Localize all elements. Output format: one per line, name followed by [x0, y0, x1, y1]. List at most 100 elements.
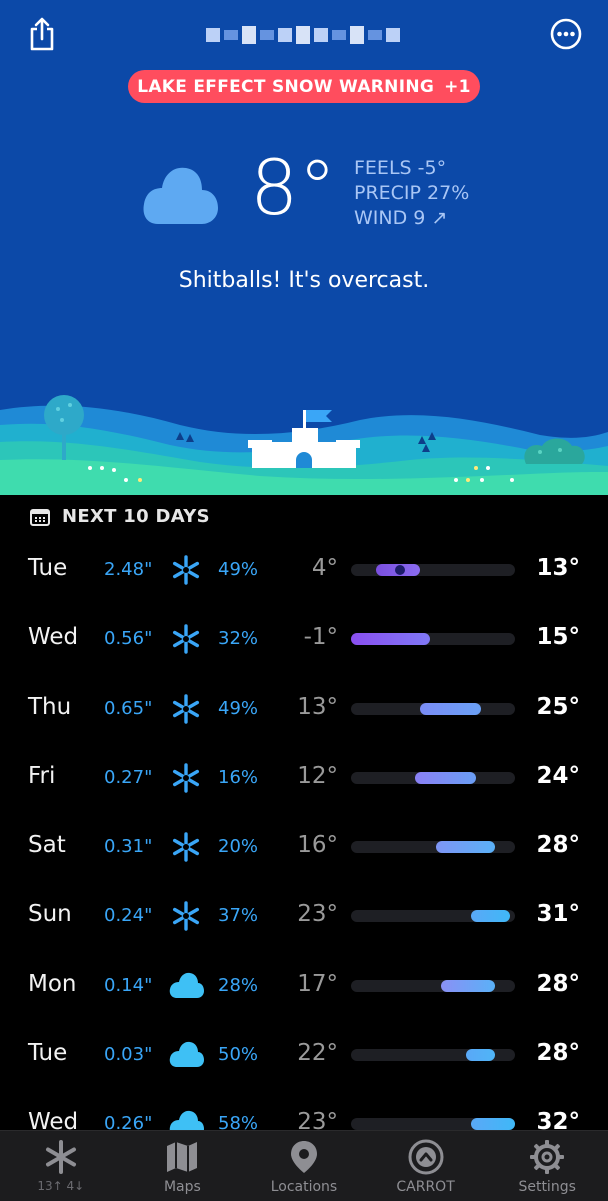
precip-amount: 0.65" — [104, 697, 153, 719]
cloud-icon — [143, 167, 218, 224]
current-details: FEELS -5° PRECIP 27% WIND 9 ↗ — [354, 156, 469, 231]
landscape-illustration — [0, 395, 608, 495]
temp-range-bar — [351, 979, 515, 992]
forecast-row[interactable]: Tue 0.03" 50% 22° 28° — [0, 1020, 608, 1089]
precip-chance: 37% — [218, 905, 259, 927]
day-name: Sat — [28, 832, 66, 859]
tab-carrot-label: CARROT — [396, 1179, 455, 1195]
temp-range-fill — [465, 1049, 496, 1062]
low-temp: 13° — [297, 693, 338, 720]
current-temperature: 8° — [250, 143, 337, 232]
low-temp: 4° — [311, 555, 338, 581]
low-temp: -1° — [303, 624, 338, 651]
tab-maps[interactable]: Maps — [122, 1131, 244, 1201]
forecast-row[interactable]: Sun 0.24" 37% 23° 31° — [0, 881, 608, 950]
low-temp: 16° — [297, 832, 338, 859]
temp-range-fill — [436, 841, 496, 854]
high-temp: 28° — [536, 970, 580, 997]
forecast-row[interactable]: Mon 0.14" 28% 17° 28° — [0, 951, 608, 1020]
tab-today[interactable]: 13↑ 4↓ — [0, 1131, 122, 1201]
high-temp: 13° — [536, 555, 580, 581]
day-name: Wed — [28, 624, 79, 651]
snowflake-icon — [168, 829, 204, 865]
tab-settings[interactable]: Settings — [486, 1131, 608, 1201]
day-name: Mon — [28, 970, 77, 997]
feels-like: FEELS -5° — [354, 157, 447, 179]
temp-range-bar — [351, 1118, 515, 1131]
precip-chance: 20% — [218, 836, 259, 858]
precip-chance: 16% — [218, 766, 259, 788]
more-icon — [550, 18, 582, 50]
tab-locations[interactable]: Locations — [243, 1131, 365, 1201]
temp-range-bar — [351, 1049, 515, 1062]
wind-speed: WIND 9 ↗ — [354, 207, 448, 229]
temp-range-fill — [419, 702, 481, 715]
snowflake-icon — [168, 621, 204, 657]
precip-chance: PRECIP 27% — [354, 182, 470, 204]
precip-amount: 2.48" — [104, 559, 153, 580]
precip-amount: 0.03" — [104, 1044, 153, 1066]
weather-alert-banner[interactable]: LAKE EFFECT SNOW WARNING +1 — [128, 70, 480, 103]
precip-amount: 0.27" — [104, 766, 153, 788]
temp-range-bar — [351, 702, 515, 715]
snowflake-icon — [168, 552, 204, 588]
calendar-icon — [30, 508, 50, 526]
tab-bar: 13↑ 4↓ Maps Locations CARROT Settings — [0, 1130, 608, 1201]
tab-carrot[interactable]: CARROT — [365, 1131, 487, 1201]
temp-range-fill — [414, 771, 476, 784]
share-icon — [30, 17, 54, 51]
section-title: NEXT 10 DAYS — [62, 506, 210, 527]
daily-forecast-list: Tue 2.48" 49% 4° 13° Wed 0.56" 32% -1° 15° Thu 0.65… — [0, 535, 608, 1159]
snowflake-icon — [168, 898, 204, 934]
snowflake-icon — [45, 1140, 76, 1174]
low-temp: 12° — [297, 762, 338, 789]
tab-today-label: 13↑ 4↓ — [37, 1179, 85, 1193]
precip-amount: 0.31" — [104, 836, 153, 858]
temp-range-fill — [441, 979, 496, 992]
day-name: Thu — [28, 693, 72, 720]
more-options-button[interactable] — [548, 16, 584, 52]
forecast-row[interactable]: Sat 0.31" 20% 16° 28° — [0, 812, 608, 881]
high-temp: 15° — [536, 624, 580, 651]
low-temp: 22° — [297, 1040, 338, 1067]
snowflake-icon — [168, 691, 204, 727]
temp-range-bar — [351, 771, 515, 784]
share-button[interactable] — [24, 16, 60, 52]
cloud-icon — [168, 1037, 204, 1073]
location-name-redacted[interactable] — [206, 20, 406, 50]
tab-maps-label: Maps — [163, 1179, 201, 1195]
precip-amount: 0.56" — [104, 628, 153, 650]
high-temp: 31° — [536, 901, 580, 928]
precip-chance: 32% — [218, 628, 259, 650]
temp-range-fill — [470, 1118, 515, 1131]
forecast-row[interactable]: Wed 0.56" 32% -1° 15° — [0, 604, 608, 673]
forecast-row[interactable]: Tue 2.48" 49% 4° 13° — [0, 535, 608, 604]
high-temp: 24° — [536, 762, 580, 789]
day-name: Fri — [28, 762, 56, 789]
forecast-section-header: NEXT 10 DAYS — [30, 506, 210, 527]
precip-chance: 49% — [218, 559, 259, 580]
tab-locations-label: Locations — [270, 1179, 338, 1195]
map-icon — [167, 1142, 198, 1172]
alert-label: LAKE EFFECT SNOW WARNING — [137, 76, 435, 97]
high-temp: 25° — [536, 693, 580, 720]
snowflake-icon — [168, 760, 204, 796]
precip-chance: 28% — [218, 974, 259, 996]
gear-icon — [530, 1140, 565, 1174]
day-name: Tue — [28, 1040, 68, 1067]
day-name: Tue — [28, 555, 68, 581]
temp-range-fill — [351, 633, 430, 646]
forecast-row[interactable]: Fri 0.27" 16% 12° 24° — [0, 743, 608, 812]
precip-amount: 0.24" — [104, 905, 153, 927]
cloud-icon — [168, 968, 204, 1004]
high-temp: 28° — [536, 832, 580, 859]
carrot-dialogue[interactable]: Shitballs! It's overcast. — [0, 268, 608, 293]
carrot-logo-icon — [408, 1139, 444, 1175]
tab-settings-label: Settings — [518, 1179, 576, 1195]
precip-chance: 49% — [218, 697, 259, 719]
current-conditions-hero: LAKE EFFECT SNOW WARNING +1 8° FEELS -5°… — [0, 0, 608, 495]
temp-range-bar — [351, 841, 515, 854]
alert-count: +1 — [444, 76, 471, 97]
forecast-row[interactable]: Thu 0.65" 49% 13° 25° — [0, 674, 608, 743]
day-name: Sun — [28, 901, 72, 928]
